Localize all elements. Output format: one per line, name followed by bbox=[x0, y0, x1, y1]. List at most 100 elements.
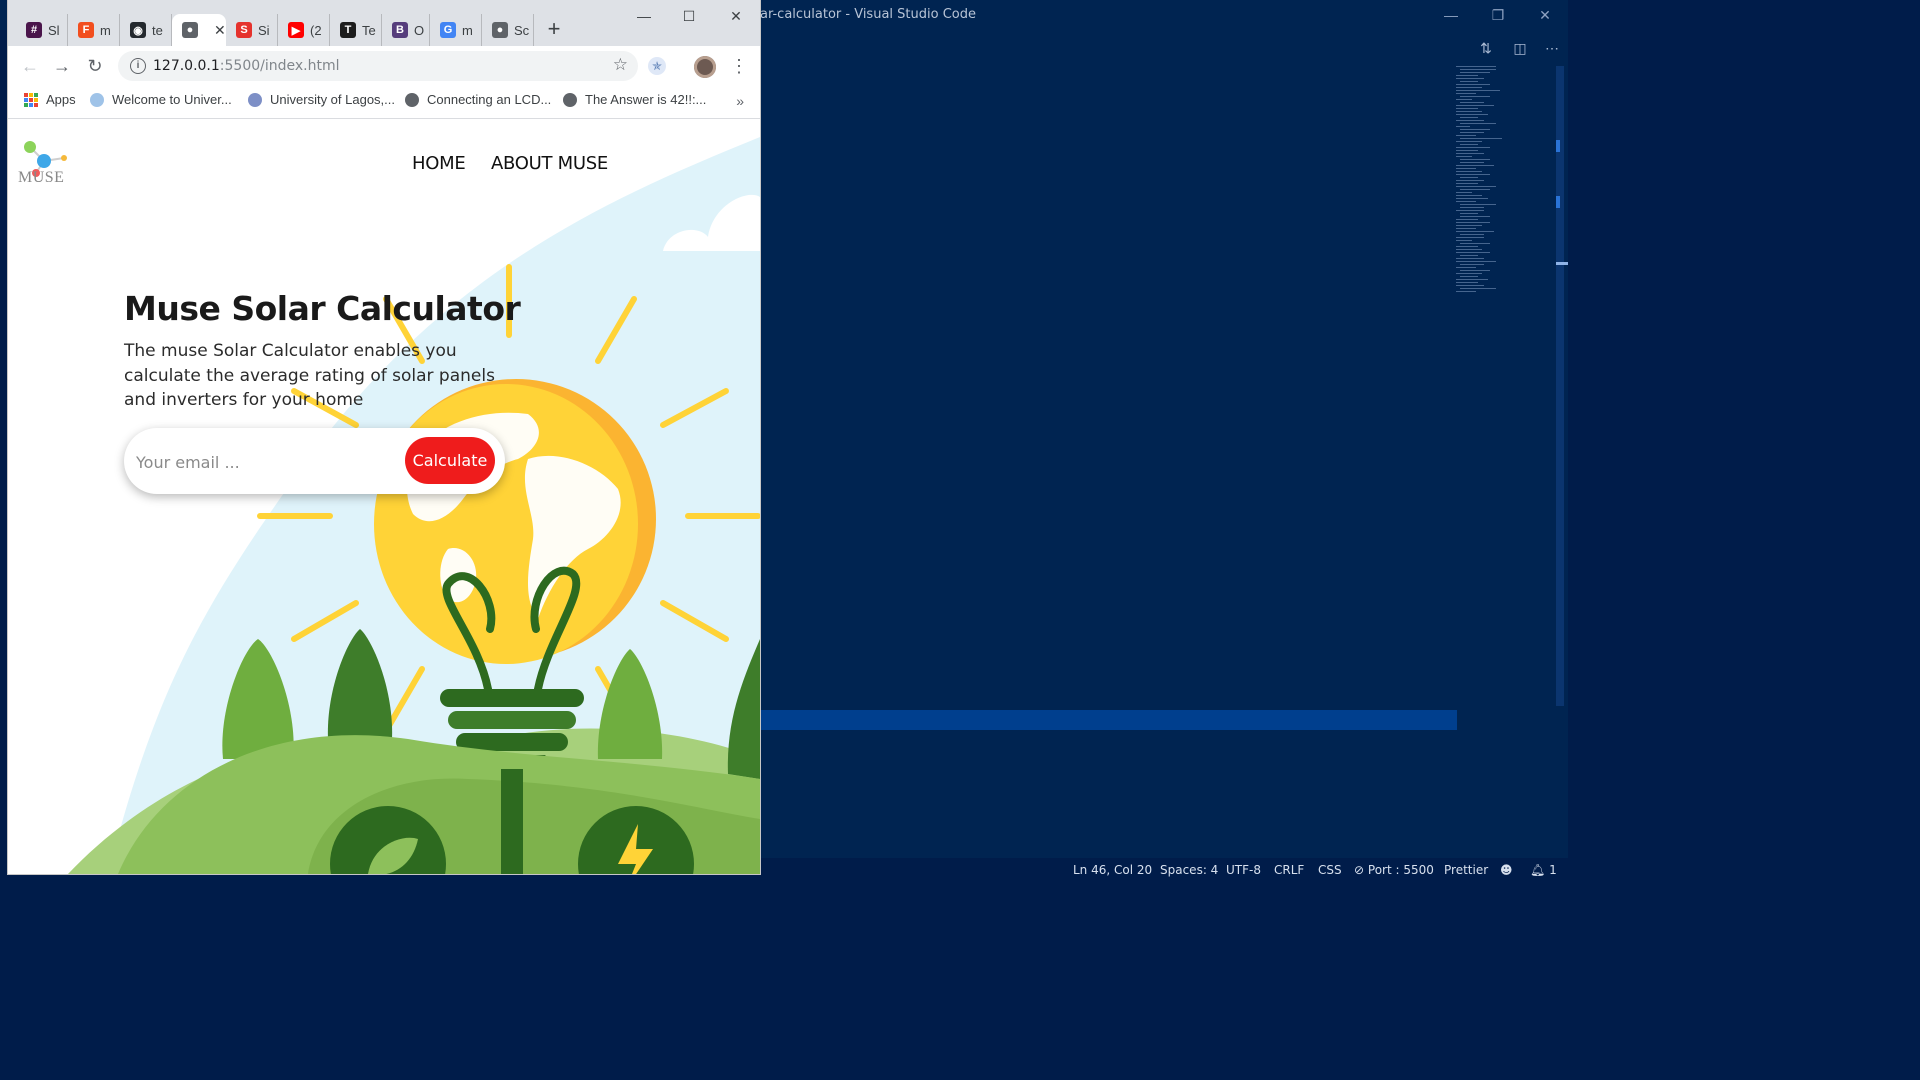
s-brand-icon: S bbox=[236, 22, 252, 38]
b-brand-icon: B bbox=[392, 22, 408, 38]
google-icon: G bbox=[440, 22, 456, 38]
figma-icon: F bbox=[78, 22, 94, 38]
no-entry-icon: ⊘ bbox=[1354, 863, 1365, 877]
browser-tab[interactable]: ◉ te bbox=[120, 14, 172, 46]
globe-icon: ● bbox=[492, 22, 508, 38]
tab-title: m bbox=[462, 22, 473, 38]
close-tab-icon[interactable]: ✕ bbox=[214, 22, 226, 39]
vscode-window-title: ar-calculator - Visual Studio Code bbox=[760, 7, 976, 22]
back-arrow-icon[interactable]: ← bbox=[18, 54, 42, 78]
encoding-status[interactable]: UTF-8 bbox=[1226, 863, 1261, 877]
notifications-status[interactable]: 🔔︎ 1 bbox=[1530, 863, 1557, 877]
bookmark-lcd[interactable]: Connecting an LCD... bbox=[405, 92, 551, 107]
solar-hero-illustration bbox=[68, 137, 760, 874]
bookmark-label: Welcome to Univer... bbox=[112, 92, 232, 107]
browser-tab[interactable]: ▶ (2 bbox=[278, 14, 330, 46]
nav-about-link[interactable]: ABOUT MUSE bbox=[491, 153, 608, 174]
browser-tab[interactable]: S Si bbox=[226, 14, 278, 46]
vscode-close-button[interactable]: ✕ bbox=[1532, 4, 1558, 26]
current-line-highlight bbox=[760, 710, 1457, 730]
forward-arrow-icon[interactable]: → bbox=[50, 54, 74, 78]
bookmark-label: Apps bbox=[46, 92, 76, 107]
apps-grid-icon bbox=[24, 92, 38, 107]
browser-tab[interactable]: # Sl bbox=[16, 14, 68, 46]
tab-title: (2 bbox=[310, 22, 322, 38]
slack-icon: # bbox=[26, 22, 42, 38]
profile-avatar[interactable] bbox=[694, 56, 716, 78]
language-mode-status[interactable]: CSS bbox=[1318, 863, 1342, 877]
chrome-menu-icon[interactable]: ⋮ bbox=[730, 54, 748, 78]
trello-icon: T bbox=[340, 22, 356, 38]
chrome-close-button[interactable]: ✕ bbox=[722, 6, 750, 26]
bookmark-star-icon[interactable]: ☆ bbox=[613, 55, 628, 75]
vscode-editor-toolbar bbox=[760, 30, 1568, 66]
hero-description: The muse Solar Calculator enables you ca… bbox=[124, 341, 495, 410]
cursor-position-status[interactable]: Ln 46, Col 20 bbox=[1073, 863, 1152, 877]
url-path: :5500/index.html bbox=[219, 58, 340, 74]
browser-toolbar: ← → ↻ i 127.0.0.1:5500/index.html ☆ ✯ ⋮ bbox=[8, 46, 760, 86]
browser-tab[interactable]: T Te bbox=[330, 14, 382, 46]
more-actions-icon[interactable]: ⋯ bbox=[1542, 38, 1562, 58]
browser-tab[interactable]: ● ✕ bbox=[172, 14, 226, 46]
bookmark-apps[interactable]: Apps bbox=[24, 92, 76, 107]
vscode-minimize-button[interactable]: — bbox=[1438, 4, 1464, 26]
tab-title: Te bbox=[362, 22, 376, 38]
url-text[interactable]: 127.0.0.1:5500/index.html bbox=[153, 58, 340, 74]
new-tab-button[interactable]: + bbox=[541, 17, 567, 43]
scrollbar-marker bbox=[1556, 196, 1560, 208]
extension-icon[interactable]: ✯ bbox=[648, 57, 666, 75]
globe-icon bbox=[563, 92, 577, 107]
chrome-window: # Sl Fm ◉ te ● ✕ S Si ▶ (2 T Te B O Gm ● Sc + — ☐ ✕ ← → ↻… bbox=[8, 0, 760, 874]
email-input[interactable] bbox=[134, 442, 398, 482]
split-editor-icon[interactable]: ◫ bbox=[1510, 38, 1530, 58]
tab-title: Sl bbox=[48, 22, 60, 38]
vscode-restore-button[interactable]: ❐ bbox=[1485, 4, 1511, 26]
address-bar[interactable]: i 127.0.0.1:5500/index.html ☆ bbox=[118, 51, 638, 81]
browser-tab[interactable]: ● Sc bbox=[482, 14, 534, 46]
hero-title: Muse Solar Calculator bbox=[124, 289, 521, 328]
bookmark-label: University of Lagos,... bbox=[270, 92, 395, 107]
bell-icon: 🔔︎ bbox=[1530, 863, 1546, 877]
code-editor[interactable] bbox=[760, 66, 1568, 858]
editor-scrollbar[interactable] bbox=[1556, 66, 1564, 706]
minimap[interactable] bbox=[1456, 66, 1556, 306]
tab-title: Si bbox=[258, 22, 270, 38]
reload-icon[interactable]: ↻ bbox=[83, 54, 107, 78]
tab-title: O bbox=[414, 22, 425, 38]
bookmark-label: The Answer is 42!!:... bbox=[585, 92, 707, 107]
compare-changes-icon[interactable]: ⇅ bbox=[1476, 38, 1496, 58]
crest-favicon-icon bbox=[248, 92, 262, 107]
more-bookmarks-icon[interactable]: » bbox=[736, 93, 744, 109]
port-label: Port : 5500 bbox=[1367, 863, 1434, 877]
scrollbar-marker bbox=[1556, 140, 1560, 152]
bookmark-label: Connecting an LCD... bbox=[427, 92, 552, 107]
calculate-button[interactable]: Calculate bbox=[405, 437, 495, 484]
tab-title: m bbox=[100, 22, 111, 38]
scrollbar-position-indicator bbox=[1556, 262, 1568, 265]
bookmark-unilag[interactable]: University of Lagos,... bbox=[248, 92, 395, 107]
bookmark-answer-42[interactable]: The Answer is 42!!:... bbox=[563, 92, 706, 107]
tab-strip: # Sl Fm ◉ te ● ✕ S Si ▶ (2 T Te B O Gm ● Sc + — ☐ ✕ bbox=[8, 0, 760, 46]
globe-icon bbox=[405, 92, 419, 107]
live-server-port-status[interactable]: ⊘ Port : 5500 bbox=[1354, 863, 1434, 877]
feedback-smiley-icon[interactable]: ☻ bbox=[1500, 863, 1513, 877]
logo-text: MUSE bbox=[18, 169, 65, 186]
indentation-status[interactable]: Spaces: 4 bbox=[1160, 863, 1218, 877]
university-favicon-icon bbox=[90, 92, 104, 107]
email-form: Calculate bbox=[124, 428, 505, 494]
chrome-minimize-button[interactable]: — bbox=[630, 6, 658, 26]
notification-count: 1 bbox=[1549, 863, 1557, 877]
browser-tab[interactable]: BO bbox=[382, 14, 430, 46]
tab-title: Sc bbox=[514, 22, 530, 38]
bookmarks-bar: Apps Welcome to Univer... University of … bbox=[8, 86, 760, 119]
chrome-maximize-button[interactable]: ☐ bbox=[675, 6, 703, 26]
browser-tab[interactable]: Gm bbox=[430, 14, 482, 46]
youtube-icon: ▶ bbox=[288, 22, 304, 38]
nav-home-link[interactable]: HOME bbox=[412, 153, 466, 174]
eol-status[interactable]: CRLF bbox=[1274, 863, 1304, 877]
globe-icon: ● bbox=[182, 22, 198, 38]
site-info-icon[interactable]: i bbox=[130, 58, 146, 74]
prettier-status[interactable]: Prettier bbox=[1444, 863, 1488, 877]
browser-tab[interactable]: Fm bbox=[68, 14, 120, 46]
bookmark-welcome[interactable]: Welcome to Univer... bbox=[90, 92, 232, 107]
